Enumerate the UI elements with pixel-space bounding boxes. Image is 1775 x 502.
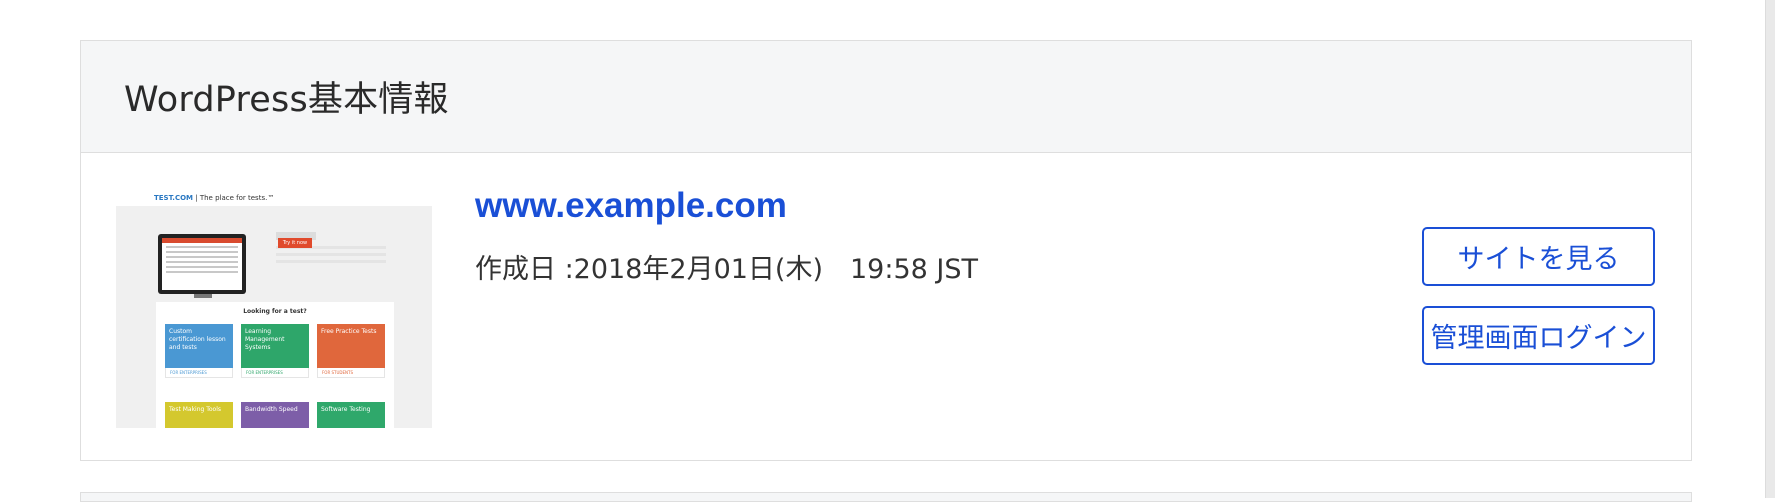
laptop-stand (194, 294, 212, 298)
tile-custom-certification: Custom certification lesson and tests (165, 324, 233, 368)
site-thumbnail[interactable]: TEST.COM | The place for tests.™ Try it … (116, 166, 432, 428)
thumbnail-header: TEST.COM | The place for tests.™ (116, 166, 432, 206)
tile-test-making: Test Making Tools (165, 402, 233, 428)
tile-foot: FOR STUDENTS (317, 368, 385, 378)
view-site-button[interactable]: サイトを見る (1422, 227, 1655, 286)
thumbnail-tagline: | The place for tests.™ (195, 194, 275, 202)
card-header: WordPress基本情報 (81, 41, 1691, 153)
tile-lms: Learning Management Systems (241, 324, 309, 368)
admin-login-button[interactable]: 管理画面ログイン (1422, 306, 1655, 365)
thumbnail-brand: TEST.COM (154, 194, 194, 202)
tile-free-practice: Free Practice Tests (317, 324, 385, 368)
created-date: 作成日 :2018年2月01日(木) 19:58 JST (475, 254, 978, 285)
thumbnail-panel: Looking for a test? Custom certification… (156, 302, 394, 428)
site-domain-link[interactable]: www.example.com (475, 186, 787, 226)
tile-foot: FOR ENTERPRISES (241, 368, 309, 378)
thumbnail-panel-title: Looking for a test? (243, 308, 307, 315)
thumbnail-cta-button: Try it now (278, 238, 312, 248)
laptop-illustration (158, 234, 246, 294)
tile-bandwidth: Bandwidth Speed (241, 402, 309, 428)
card-title: WordPress基本情報 (124, 80, 449, 120)
tile-foot: FOR ENTERPRISES (165, 368, 233, 378)
tile-software-testing: Software Testing (317, 402, 385, 428)
scrollbar[interactable] (1765, 0, 1775, 498)
next-card-edge (80, 492, 1692, 502)
